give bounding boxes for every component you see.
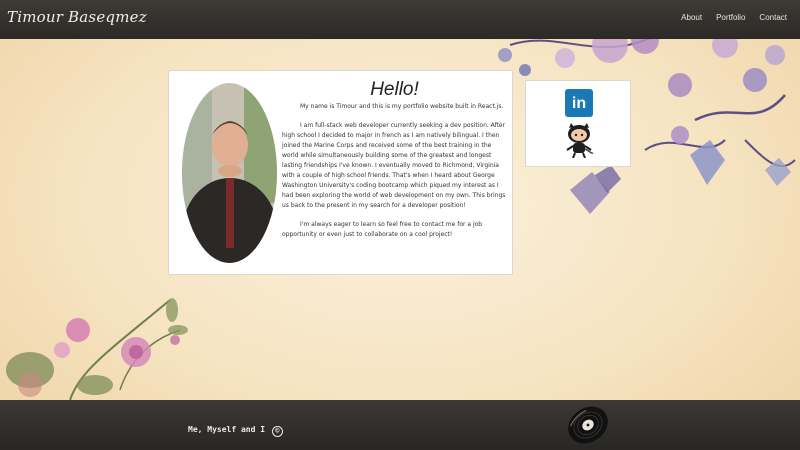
navbar: Timour Baseqmez About Portfolio Contact — [0, 0, 800, 39]
about-card: Hello! My name is Timour and this is my … — [168, 70, 513, 275]
vinyl-record-icon — [568, 406, 608, 444]
about-paragraph: My name is Timour and this is my portfol… — [300, 103, 504, 110]
brand-logo[interactable]: Timour Baseqmez — [7, 8, 147, 26]
linkedin-icon[interactable]: in — [565, 89, 593, 117]
about-paragraph: I am full-stack web developer currently … — [282, 121, 506, 210]
about-paragraph: I'm always eager to learn so feel free t… — [282, 220, 483, 239]
nav-link-portfolio[interactable]: Portfolio — [716, 13, 745, 22]
footer-text: Me, Myself and I — [188, 425, 266, 434]
greeting-heading: Hello! — [370, 79, 419, 100]
nav-links: About Portfolio Contact — [681, 13, 787, 22]
github-octocat-icon[interactable] — [563, 122, 595, 158]
nav-link-contact[interactable]: Contact — [759, 13, 787, 22]
copyright-icon: © — [271, 426, 283, 437]
footer-credit: Me, Myself and I © — [188, 425, 283, 437]
floral-decoration-bottom-left — [6, 298, 188, 401]
footer — [0, 400, 800, 450]
profile-photo — [182, 83, 277, 263]
about-text: My name is Timour and this is my portfol… — [282, 102, 507, 249]
social-links-card: in — [525, 80, 631, 167]
nav-link-about[interactable]: About — [681, 13, 702, 22]
